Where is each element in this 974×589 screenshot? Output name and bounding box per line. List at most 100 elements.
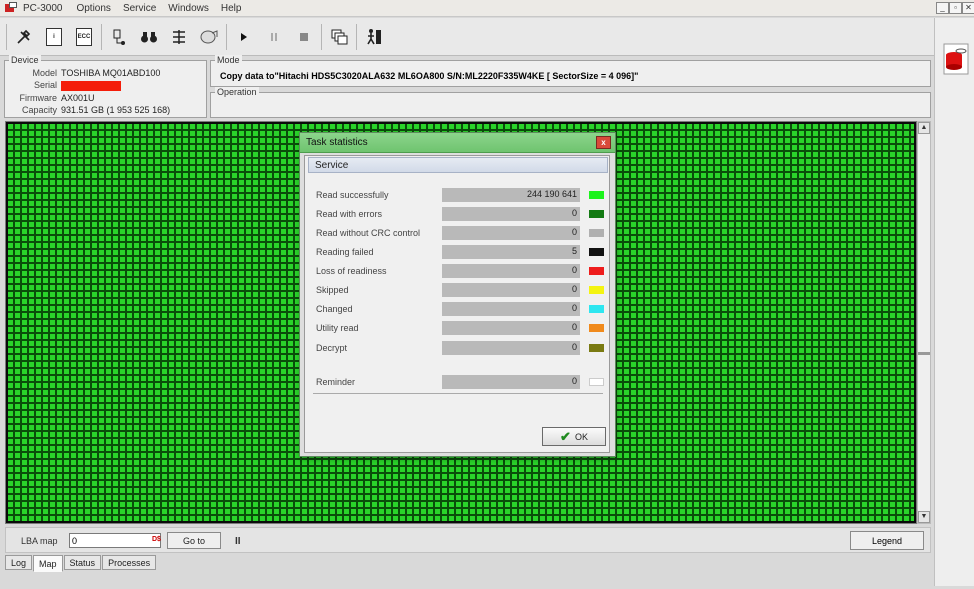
toolbar: i ECC bbox=[0, 18, 934, 56]
menu-options[interactable]: Options bbox=[76, 3, 110, 14]
ok-label: OK bbox=[574, 431, 588, 442]
mode-group-label: Mode bbox=[215, 55, 242, 65]
color-swatch bbox=[589, 248, 604, 256]
drive-icon[interactable] bbox=[197, 24, 221, 50]
stat-value: 0 bbox=[571, 322, 577, 332]
tab-status[interactable]: Status bbox=[63, 555, 102, 570]
stat-row: Decrypt 0 bbox=[305, 341, 611, 355]
checkmark-icon: ✔ bbox=[560, 428, 571, 444]
stat-value-box: 5 bbox=[442, 245, 580, 259]
stat-label: Changed bbox=[316, 304, 353, 314]
scroll-up-icon[interactable]: ▲ bbox=[918, 122, 930, 134]
color-swatch bbox=[589, 324, 604, 332]
binoculars-icon[interactable] bbox=[137, 24, 161, 50]
head-map-icon[interactable] bbox=[107, 24, 131, 50]
model-label: Model bbox=[32, 68, 57, 78]
close-button[interactable]: ✕ bbox=[962, 2, 974, 14]
task-icon[interactable] bbox=[167, 24, 191, 50]
play-icon[interactable] bbox=[232, 24, 256, 50]
stat-row: Loss of readiness 0 bbox=[305, 264, 611, 278]
map-scrollbar[interactable]: ▲ ▼ bbox=[917, 121, 931, 524]
stop-icon[interactable] bbox=[292, 24, 316, 50]
serial-label: Serial bbox=[33, 80, 57, 90]
capacity-label: Capacity bbox=[21, 105, 57, 115]
serial-redacted bbox=[61, 81, 121, 91]
lba-input[interactable] bbox=[69, 533, 161, 548]
stat-row: Utility read 0 bbox=[305, 321, 611, 335]
service-header: Service bbox=[308, 157, 608, 173]
tab-map[interactable]: Map bbox=[33, 555, 63, 572]
device-group: Device Model TOSHIBA MQ01ABD100 Serial F… bbox=[4, 55, 207, 118]
reminder-value-box: 0 bbox=[442, 375, 580, 389]
pause-icon[interactable] bbox=[262, 24, 286, 50]
stat-label: Read with errors bbox=[316, 209, 383, 219]
tools-icon[interactable] bbox=[12, 24, 36, 50]
operation-group-label: Operation bbox=[215, 87, 259, 97]
stat-label: Reading failed bbox=[316, 247, 374, 257]
restore-button[interactable]: ▫ bbox=[949, 2, 962, 14]
reminder-label: Reminder bbox=[316, 377, 356, 387]
stat-row: Read without CRC control 0 bbox=[305, 226, 611, 240]
dialog-title-bar[interactable]: Task statistics x bbox=[300, 133, 615, 153]
stat-value-box: 244 190 641 bbox=[442, 188, 580, 202]
stat-row: Changed 0 bbox=[305, 302, 611, 316]
stat-row: Read with errors 0 bbox=[305, 207, 611, 221]
stat-value-box: 0 bbox=[442, 321, 580, 335]
lba-map-label: LBA map bbox=[21, 536, 58, 546]
menu-service[interactable]: Service bbox=[123, 3, 156, 14]
reminder-swatch bbox=[589, 378, 604, 386]
stat-value: 0 bbox=[571, 342, 577, 352]
stat-value: 0 bbox=[571, 208, 577, 218]
firmware-value: AX001U bbox=[61, 93, 95, 103]
stat-row: Read successfully 244 190 641 bbox=[305, 188, 611, 202]
stat-value: 0 bbox=[571, 265, 577, 275]
stat-label: Read without CRC control bbox=[316, 228, 421, 238]
firmware-label: Firmware bbox=[19, 93, 58, 103]
service-label: Service bbox=[315, 160, 349, 171]
stat-label: Utility read bbox=[316, 323, 359, 333]
stat-row: Reading failed 5 bbox=[305, 245, 611, 259]
device-group-label: Device bbox=[9, 55, 41, 65]
legend-button[interactable]: Legend bbox=[850, 531, 924, 550]
map-pause-icon[interactable]: II bbox=[235, 536, 241, 547]
mode-text: Copy data to"Hitachi HDS5C3020ALA632 ML6… bbox=[220, 71, 639, 81]
capacity-value: 931.51 GB (1 953 525 168) bbox=[61, 105, 171, 115]
stat-value: 244 190 641 bbox=[526, 189, 577, 199]
menu-help[interactable]: Help bbox=[221, 3, 242, 14]
ecc-icon[interactable]: ECC bbox=[72, 24, 96, 50]
title-bar: PC-3000 Options Service Windows Help _ ▫… bbox=[0, 0, 974, 17]
reminder-row: Reminder 0 bbox=[305, 375, 611, 389]
color-swatch bbox=[589, 267, 604, 275]
dialog-close-icon[interactable]: x bbox=[596, 136, 611, 149]
windows-icon[interactable] bbox=[327, 24, 351, 50]
stat-label: Decrypt bbox=[316, 343, 348, 353]
exit-icon[interactable] bbox=[362, 24, 386, 50]
color-swatch bbox=[589, 210, 604, 218]
bottom-bar: LBA map D$ Go to II Legend bbox=[5, 527, 931, 553]
goto-button[interactable]: Go to bbox=[167, 532, 221, 549]
app-title: PC-3000 bbox=[23, 2, 63, 14]
ok-button[interactable]: ✔ OK bbox=[542, 427, 606, 446]
scroll-thumb[interactable] bbox=[918, 352, 930, 355]
dialog-divider bbox=[313, 393, 603, 394]
tab-processes[interactable]: Processes bbox=[102, 555, 157, 570]
scroll-down-icon[interactable]: ▼ bbox=[918, 511, 930, 523]
minimize-button[interactable]: _ bbox=[936, 2, 949, 14]
info-icon[interactable]: i bbox=[42, 24, 66, 50]
app-icon bbox=[5, 2, 19, 14]
database-icon bbox=[943, 43, 969, 75]
stat-value: 0 bbox=[571, 284, 577, 294]
color-swatch bbox=[589, 305, 604, 313]
menu-windows[interactable]: Windows bbox=[168, 3, 209, 14]
reminder-value: 0 bbox=[571, 376, 577, 386]
stat-row: Skipped 0 bbox=[305, 283, 611, 297]
mode-group: Mode Copy data to"Hitachi HDS5C3020ALA63… bbox=[210, 55, 931, 87]
right-panel bbox=[934, 18, 974, 586]
stat-value-box: 0 bbox=[442, 226, 580, 240]
tab-log[interactable]: Log bbox=[5, 555, 33, 570]
stat-value: 0 bbox=[571, 227, 577, 237]
color-swatch bbox=[589, 344, 604, 352]
color-swatch bbox=[589, 191, 604, 199]
dec-format-icon[interactable]: D$ bbox=[152, 536, 161, 543]
operation-group: Operation bbox=[210, 87, 931, 118]
